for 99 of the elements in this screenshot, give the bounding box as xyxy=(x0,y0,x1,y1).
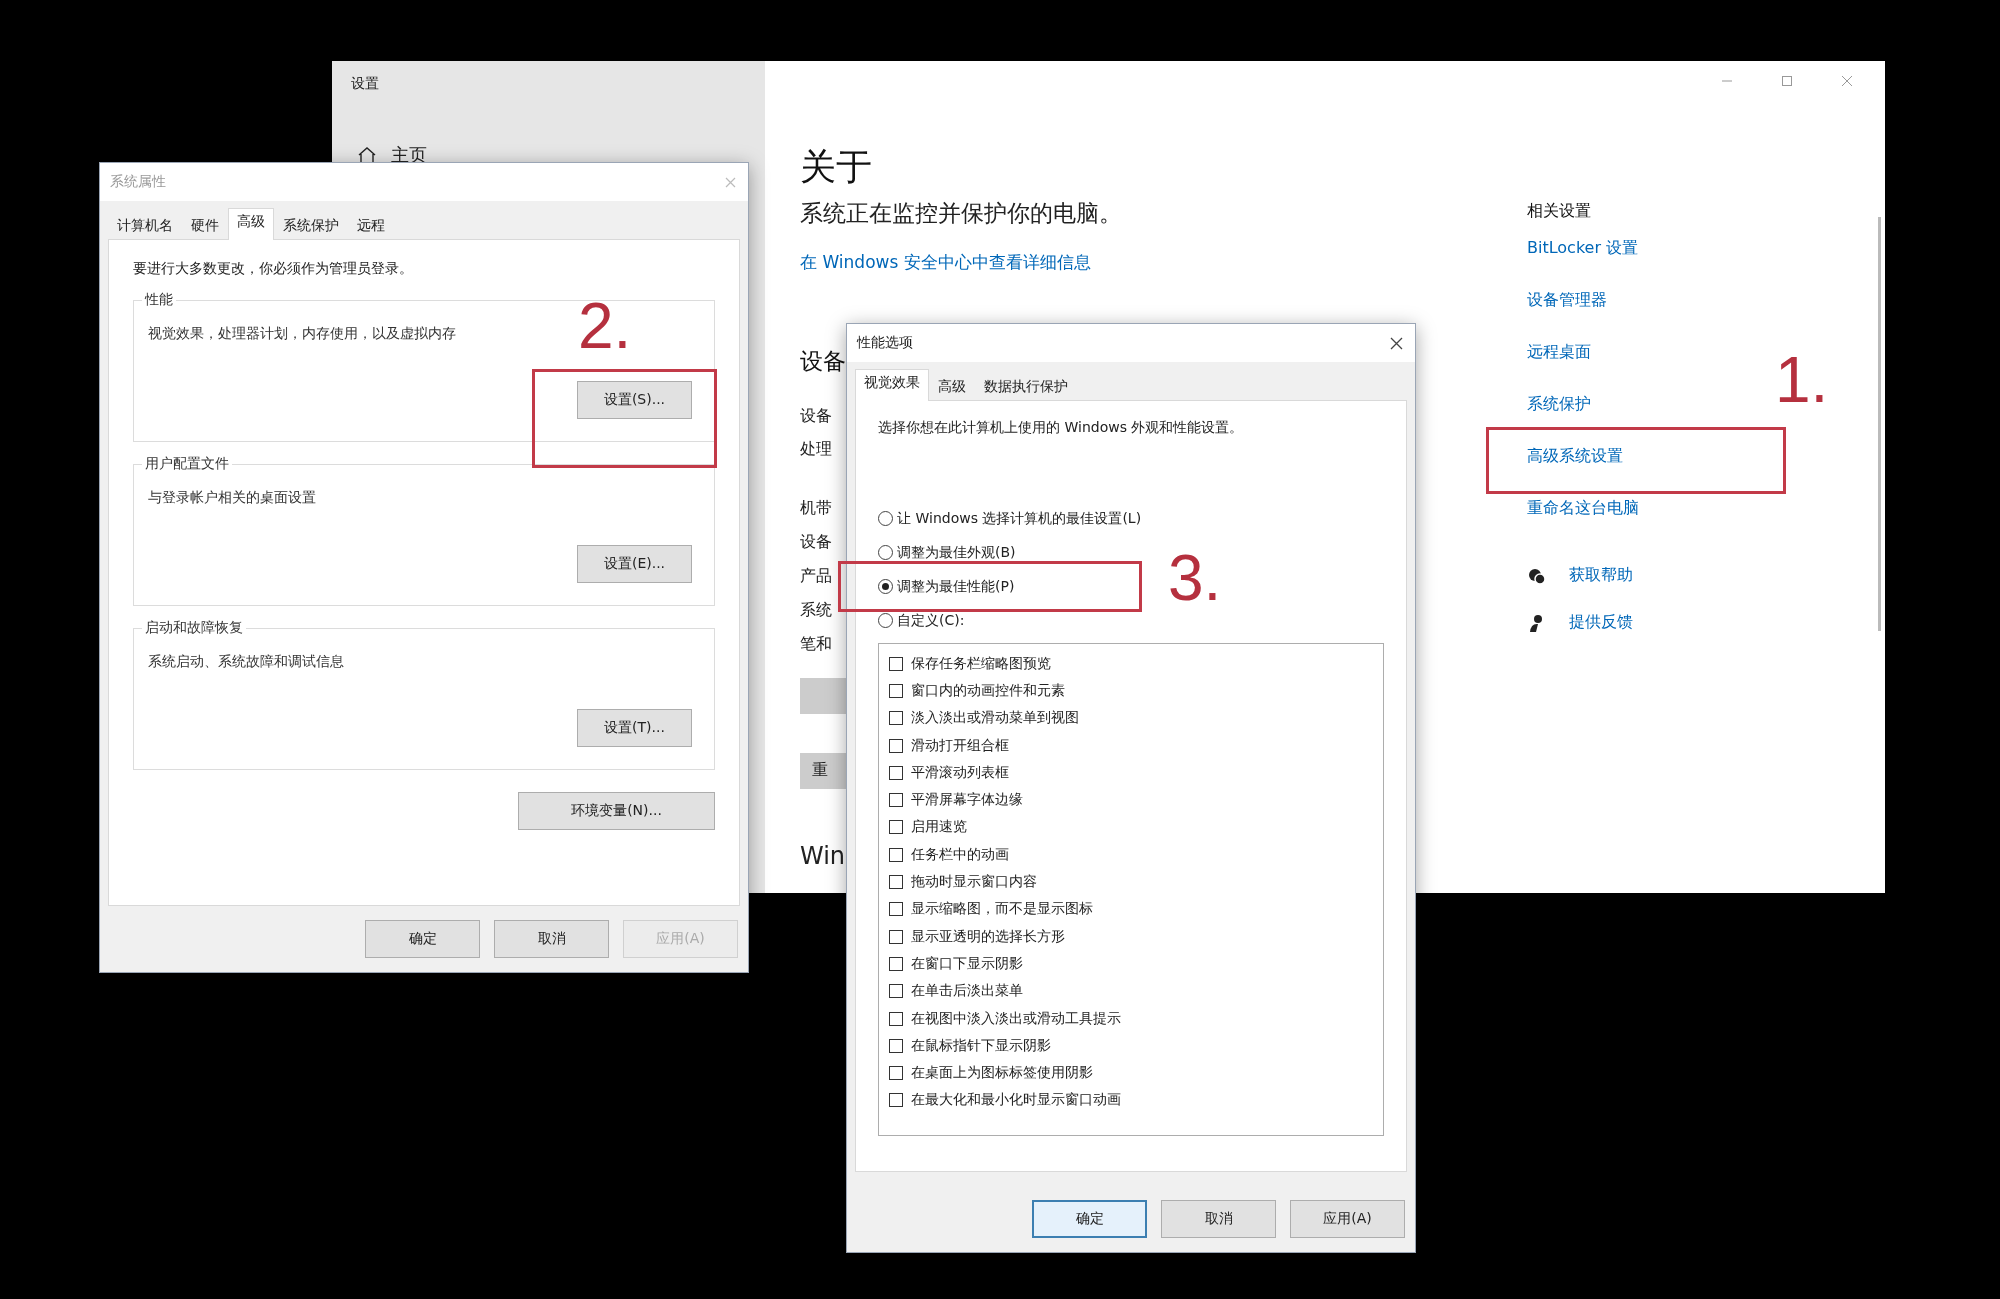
checkbox-label[interactable]: 启用速览 xyxy=(911,818,967,837)
radio-button[interactable] xyxy=(878,579,893,594)
option-label[interactable]: 调整为最佳性能(P) xyxy=(897,577,1015,596)
dialog-button[interactable]: 确定 xyxy=(365,920,480,958)
security-link[interactable]: 在 Windows 安全中心中查看详细信息 xyxy=(800,251,1091,275)
person-icon xyxy=(1527,613,1545,632)
spec-label: 机带 xyxy=(800,497,832,518)
tab[interactable]: 计算机名 xyxy=(108,212,182,239)
help-link[interactable]: 获取帮助 xyxy=(1569,565,1633,586)
checkbox[interactable] xyxy=(889,1038,903,1053)
checkbox-label[interactable]: 平滑屏幕字体边缘 xyxy=(911,791,1023,810)
option-label[interactable]: 让 Windows 选择计算机的最佳设置(L) xyxy=(897,509,1142,528)
option-label[interactable]: 自定义(C): xyxy=(897,611,965,630)
checkbox-label[interactable]: 在窗口下显示阴影 xyxy=(911,954,1023,973)
tab[interactable]: 数据执行保护 xyxy=(975,373,1077,400)
scrollbar[interactable] xyxy=(1878,217,1881,631)
checkbox[interactable] xyxy=(889,929,903,944)
dialog-button[interactable]: 应用(A) xyxy=(1290,1200,1405,1238)
spec-label: 处理 xyxy=(800,438,832,459)
checkbox[interactable] xyxy=(889,1066,903,1081)
related-title: 相关设置 xyxy=(1527,201,1591,222)
step-number: 1. xyxy=(1775,348,1829,412)
checkbox-label[interactable]: 淡入淡出或滑动菜单到视图 xyxy=(911,709,1079,728)
checkbox[interactable] xyxy=(889,875,903,889)
checkbox-label[interactable]: 平滑滚动列表框 xyxy=(911,763,1009,782)
checkbox[interactable] xyxy=(889,765,903,780)
related-link[interactable]: 设备管理器 xyxy=(1527,290,1607,311)
radio-button[interactable] xyxy=(878,511,893,526)
checkbox[interactable] xyxy=(889,820,903,835)
checkbox-label[interactable]: 在鼠标指针下显示阴影 xyxy=(911,1036,1051,1055)
tab[interactable]: 视觉效果 xyxy=(855,369,929,401)
settings-button[interactable]: 设置(S)... xyxy=(577,381,692,419)
group-description: 与登录帐户相关的桌面设置 xyxy=(148,489,317,507)
checkbox[interactable] xyxy=(889,1093,903,1108)
environment-variables-button[interactable]: 环境变量(N)... xyxy=(518,792,715,830)
checkbox-label[interactable]: 保存任务栏缩略图预览 xyxy=(911,654,1051,673)
section-heading: 设备 xyxy=(800,348,846,376)
checkbox-label[interactable]: 窗口内的动画控件和元素 xyxy=(911,681,1065,700)
spec-label: 笔和 xyxy=(800,633,832,654)
related-link[interactable]: 重命名这台电脑 xyxy=(1527,498,1639,519)
tab[interactable]: 系统保护 xyxy=(274,212,348,239)
option-label[interactable]: 调整为最佳外观(B) xyxy=(897,543,1016,562)
related-link[interactable]: 远程桌面 xyxy=(1527,342,1591,363)
checkbox-label[interactable]: 显示亚透明的选择长方形 xyxy=(911,927,1065,946)
maximize-icon[interactable] xyxy=(1781,75,1793,87)
checkbox-label[interactable]: 拖动时显示窗口内容 xyxy=(911,873,1037,891)
checkbox-label[interactable]: 在视图中淡入淡出或滑动工具提示 xyxy=(911,1009,1121,1028)
checkbox[interactable] xyxy=(889,902,903,917)
checkbox[interactable] xyxy=(889,711,903,726)
tab[interactable]: 高级 xyxy=(929,373,975,400)
description-text: 选择你想在此计算机上使用的 Windows 外观和性能设置。 xyxy=(878,419,1245,437)
settings-button[interactable]: 设置(E)... xyxy=(577,545,692,583)
help-link[interactable]: 提供反馈 xyxy=(1569,612,1633,633)
notice-text: 要进行大多数更改，你必须作为管理员登录。 xyxy=(133,260,414,278)
checkbox[interactable] xyxy=(889,1011,903,1026)
status-text: 系统正在监控并保护你的电脑。 xyxy=(800,199,1123,229)
related-link[interactable]: 高级系统设置 xyxy=(1527,446,1623,467)
group-description: 视觉效果，处理器计划，内存使用，以及虚拟内存 xyxy=(148,325,457,343)
radio-button[interactable] xyxy=(878,545,893,560)
checkbox-label[interactable]: 滑动打开组合框 xyxy=(911,736,1009,755)
page-heading: 关于 xyxy=(800,145,873,189)
spec-label: 设备 xyxy=(800,531,832,552)
tab[interactable]: 硬件 xyxy=(182,212,228,239)
window-title: 设置 xyxy=(351,75,380,93)
checkbox-label[interactable]: 任务栏中的动画 xyxy=(911,845,1009,864)
dialog-button[interactable]: 确定 xyxy=(1032,1200,1147,1238)
section-heading: Win xyxy=(800,841,846,870)
checkbox-label[interactable]: 在桌面上为图标标签使用阴影 xyxy=(911,1064,1093,1083)
checkbox-label[interactable]: 在最大化和最小化时显示窗口动画 xyxy=(911,1091,1121,1110)
group-title: 启动和故障恢复 xyxy=(142,619,246,637)
checkbox[interactable] xyxy=(889,984,903,999)
dialog-button[interactable]: 取消 xyxy=(494,920,609,958)
checkbox[interactable] xyxy=(889,656,903,671)
checkbox[interactable] xyxy=(889,738,903,753)
checkbox-label[interactable]: 在单击后淡出菜单 xyxy=(911,982,1023,1001)
checkbox-label[interactable]: 显示缩略图，而不是显示图标 xyxy=(911,900,1093,919)
tab[interactable]: 高级 xyxy=(228,208,274,240)
spec-label: 设备 xyxy=(800,405,832,426)
dialog-title: 系统属性 xyxy=(110,173,166,191)
settings-button[interactable]: 设置(T)... xyxy=(577,709,692,747)
step-number: 3. xyxy=(1168,546,1222,610)
checkbox[interactable] xyxy=(889,956,903,971)
dialog-button[interactable]: 取消 xyxy=(1161,1200,1276,1238)
close-icon[interactable] xyxy=(1390,336,1403,350)
group-title: 用户配置文件 xyxy=(142,455,232,473)
checkbox[interactable] xyxy=(889,793,903,808)
spec-label: 系统 xyxy=(800,599,832,620)
related-link[interactable]: 系统保护 xyxy=(1527,394,1591,415)
step-number: 2. xyxy=(578,294,632,358)
dialog-title: 性能选项 xyxy=(857,334,913,352)
checkbox[interactable] xyxy=(889,683,903,698)
tab[interactable]: 远程 xyxy=(348,212,394,239)
group-description: 系统启动、系统故障和调试信息 xyxy=(148,653,345,671)
group-title: 性能 xyxy=(142,291,176,309)
related-link[interactable]: BitLocker 设置 xyxy=(1527,238,1639,259)
radio-button[interactable] xyxy=(878,613,893,628)
checkbox[interactable] xyxy=(889,847,903,862)
chat-bubbles-icon xyxy=(1527,566,1545,585)
spec-label: 产品 xyxy=(800,565,832,586)
